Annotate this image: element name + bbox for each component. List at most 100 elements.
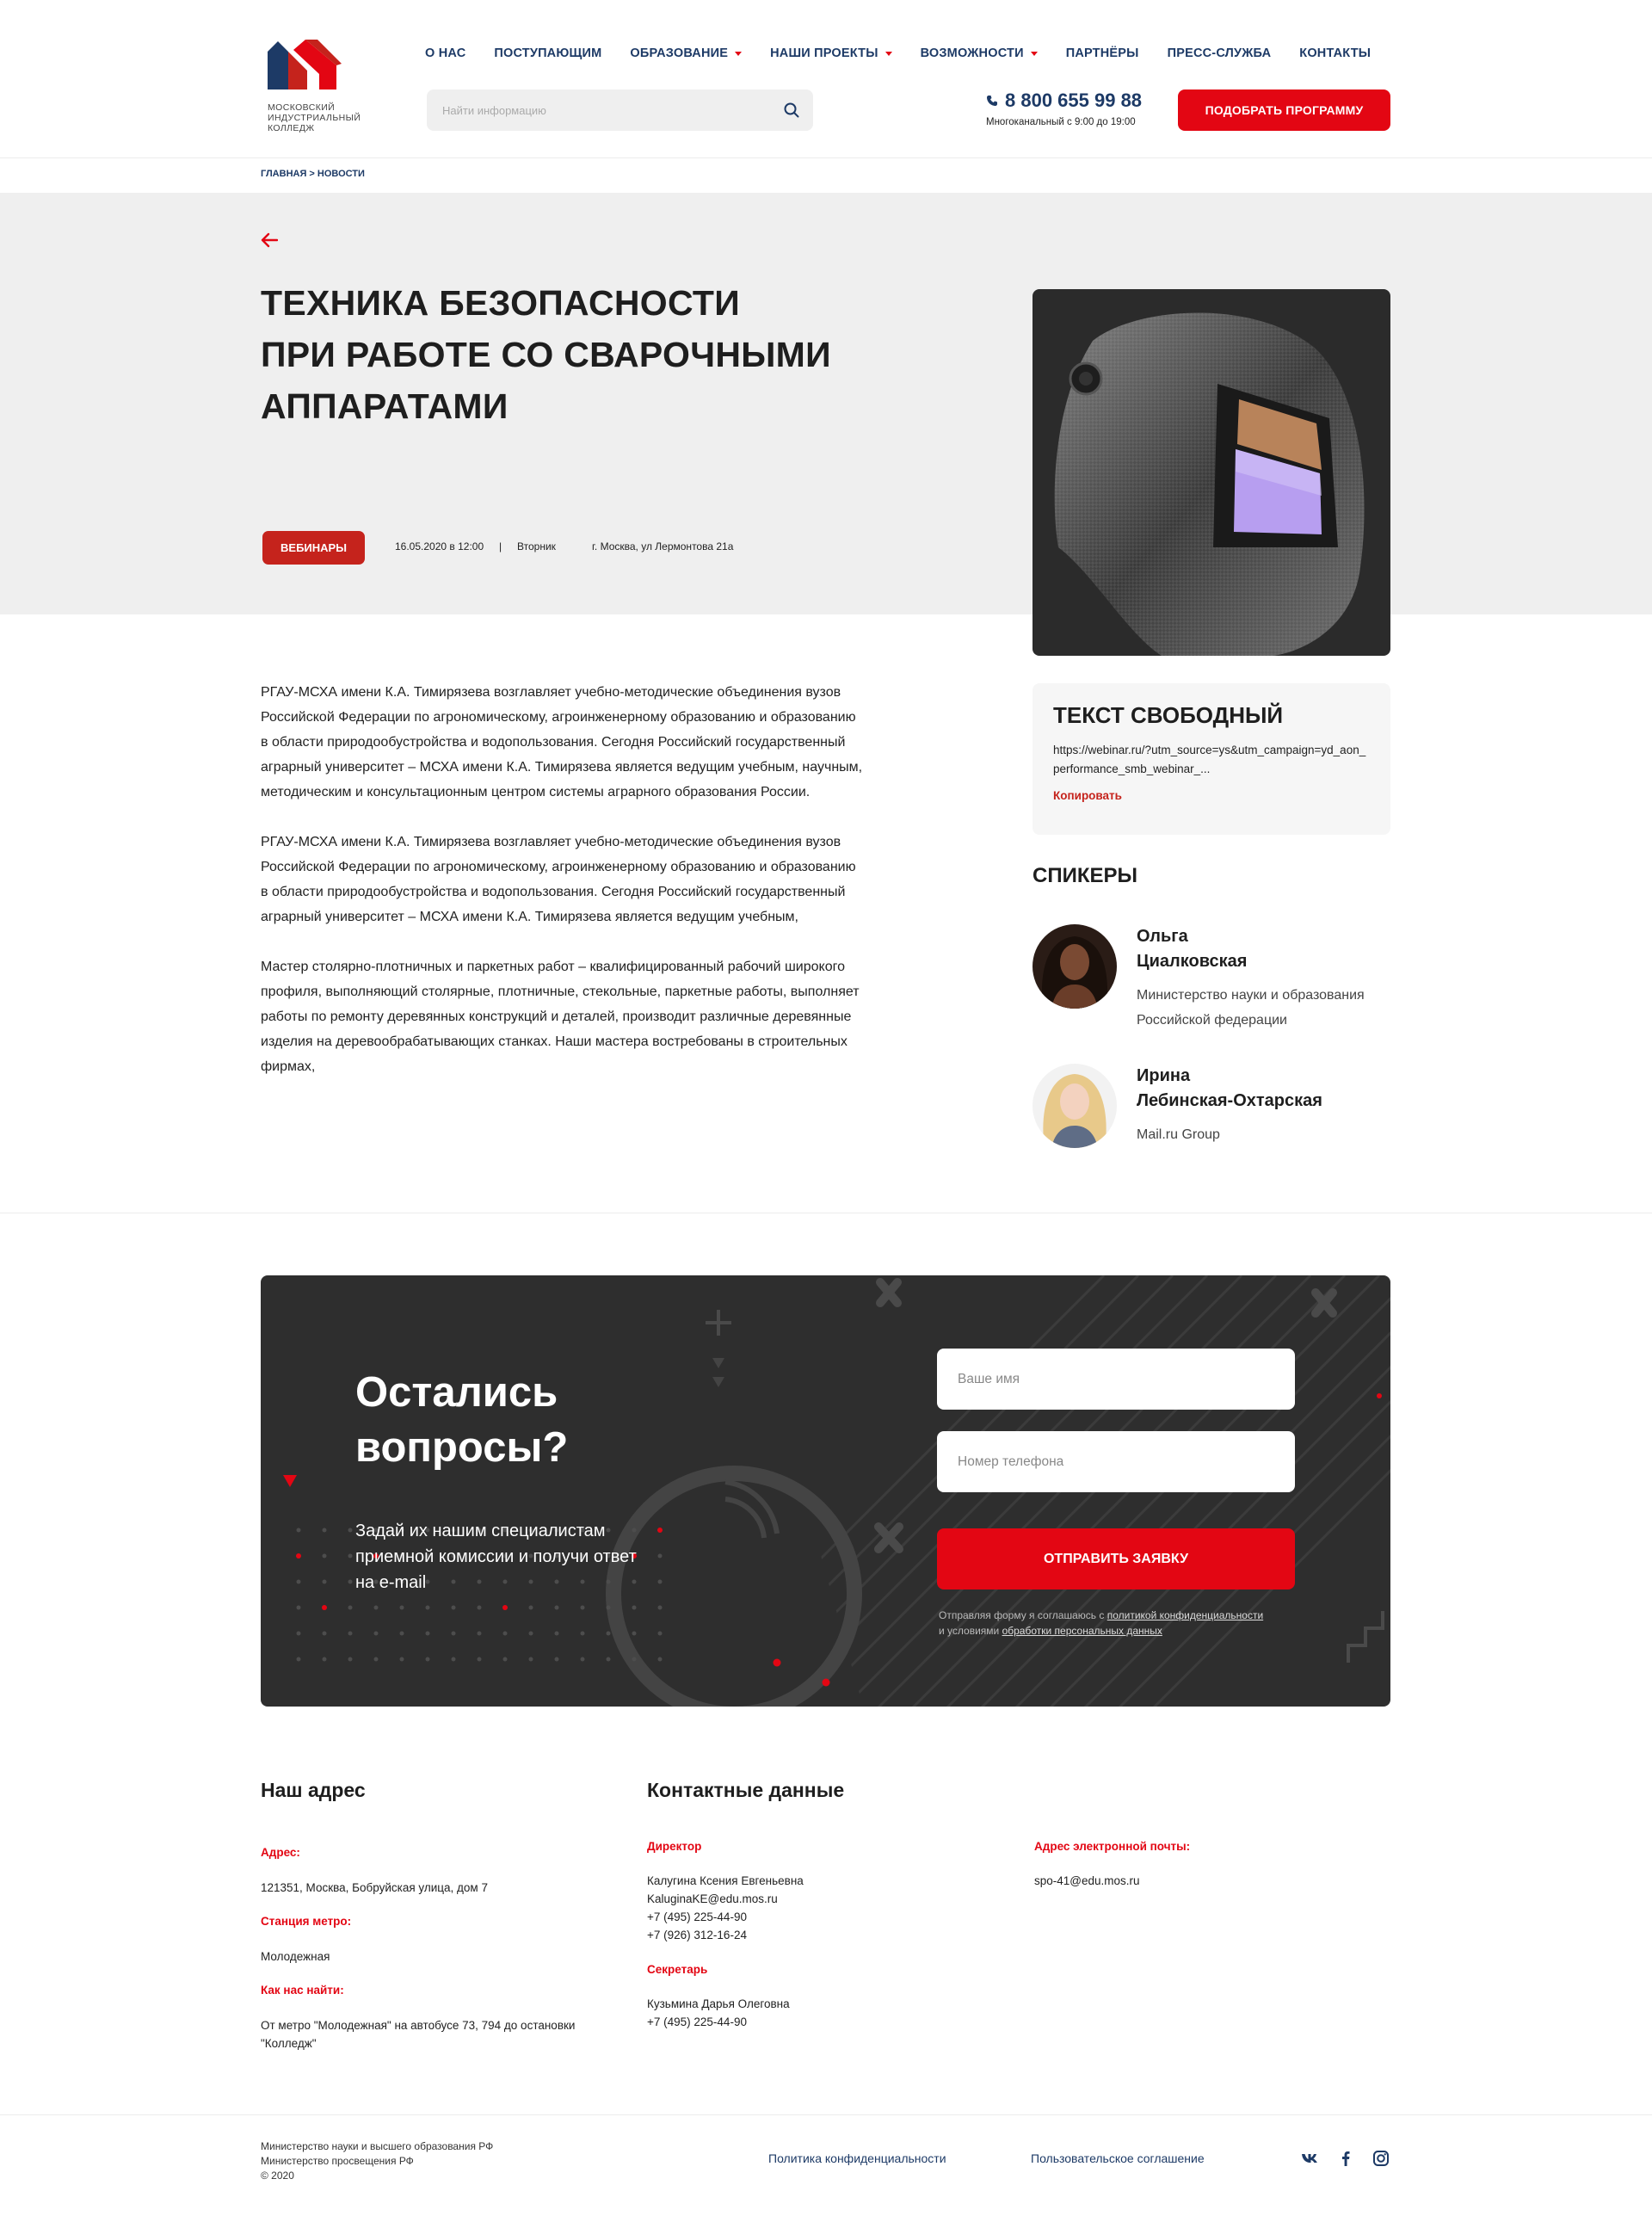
title-line: при работе со сварочными [261, 335, 831, 374]
address-heading: Наш адрес [261, 1779, 366, 1801]
privacy-policy-footer-link[interactable]: Политика конфиденциальности [768, 2151, 946, 2165]
free-text-title: Текст свободный [1053, 702, 1284, 728]
speaker-org: Mail.ru Group [1137, 1127, 1220, 1142]
nav-label: Партнёры [1065, 46, 1139, 60]
speaker-photo [1032, 1064, 1117, 1148]
speaker-photo [1032, 924, 1117, 1009]
personal-data-link[interactable]: обработки персональных данных [1002, 1625, 1162, 1637]
title-line: Техника безопасности [261, 283, 740, 323]
secretary-label: Секретарь [647, 1963, 708, 1976]
category-badge[interactable]: Вебинары [262, 531, 365, 565]
caret-down-icon [885, 51, 892, 56]
search-box [427, 90, 813, 131]
search-input[interactable] [427, 90, 813, 131]
logo-line: Московский [268, 102, 336, 113]
phone-number: 8 800 655 99 88 [1005, 90, 1143, 111]
director-email[interactable]: KaluginaKE@edu.mos.ru [647, 1890, 804, 1908]
free-text-card: Текст свободный https://webinar.ru/?utm_… [1032, 683, 1390, 835]
event-weekday: Вторник [517, 540, 556, 552]
avatar [1032, 1064, 1117, 1148]
search-icon[interactable] [784, 102, 799, 118]
speaker-last-name: Лебинская-Охтарская [1137, 1091, 1322, 1110]
user-agreement-link[interactable]: Пользовательское соглашение [1031, 2151, 1205, 2165]
phone-input[interactable] [937, 1431, 1295, 1492]
speaker-name: Ольга Циалковская [1137, 924, 1395, 974]
cta-title: Остались вопросы? [355, 1369, 569, 1471]
consent-note: Отправляя форму я соглашаюсь с политикой… [939, 1608, 1309, 1639]
nav-item-projects[interactable]: Наши проекты [770, 46, 892, 60]
event-location: г. Москва, ул Лермонтова 21а [592, 540, 734, 552]
avatar [1032, 924, 1117, 1009]
secretary-info: Кузьмина Дарья Олеговна +7 (495) 225-44-… [647, 1995, 790, 2031]
footer-line: Министерство просвещения РФ [261, 2155, 414, 2167]
speaker-org: Министерство науки и образования Российс… [1137, 988, 1365, 1028]
phone-link[interactable]: 8 800 655 99 88 [986, 90, 1142, 112]
speaker-first-name: Ольга [1137, 927, 1188, 946]
instagram-icon[interactable] [1372, 2150, 1390, 2167]
vk-icon[interactable] [1301, 2150, 1318, 2167]
nav-item-applicants[interactable]: Поступающим [494, 46, 601, 60]
footer-line: © 2020 [261, 2170, 294, 2182]
nav-item-partners[interactable]: Партнёры [1066, 46, 1139, 60]
nav-item-education[interactable]: Образование [630, 46, 743, 60]
email-link[interactable]: spo-41@edu.mos.ru [1034, 1872, 1140, 1890]
article-paragraph: Мастер столярно-плотничных и паркетных р… [261, 960, 860, 1074]
facebook-icon[interactable] [1337, 2150, 1354, 2167]
article-paragraph: РГАУ-МСХА имени К.А. Тимирязева возглавл… [261, 835, 856, 924]
pick-program-button[interactable]: Подобрать программу [1178, 90, 1390, 131]
phone-icon [987, 96, 997, 106]
nav-label: Пресс-служба [1167, 46, 1272, 60]
director-label: Директор [647, 1840, 702, 1853]
privacy-policy-link[interactable]: политикой конфиденциальности [1107, 1609, 1263, 1621]
logo-line: колледж [268, 123, 315, 133]
article-body: РГАУ-МСХА имени К.А. Тимирязева возглавл… [261, 680, 863, 1104]
meta-separator: | [499, 540, 502, 552]
nav-label: Наши проекты [770, 46, 878, 60]
footer-line: Министерство науки и высшего образования… [261, 2140, 494, 2152]
breadcrumb[interactable]: Главная > Новости [261, 169, 365, 179]
questions-form-section: Остались вопросы? Задай их нашим специал… [261, 1275, 1390, 1707]
page-title: Техника безопасности при работе со сваро… [261, 277, 915, 432]
address-label: Адрес: [261, 1846, 300, 1859]
metro-label: Станция метро: [261, 1915, 352, 1928]
speaker-last-name: Циалковская [1137, 952, 1248, 971]
nav-item-opportunities[interactable]: Возможности [921, 46, 1038, 60]
nav-label: Образование [630, 46, 729, 60]
site-header: Московский индустриальный колледж О нас … [0, 0, 1652, 158]
helmet-illustration [1054, 312, 1365, 656]
nav-label: О нас [425, 46, 466, 60]
name-input[interactable] [937, 1349, 1295, 1410]
welding-helmet-image [1032, 289, 1390, 656]
secretary-phone[interactable]: +7 (495) 225-44-90 [647, 2013, 790, 2031]
nav-label: Поступающим [494, 46, 602, 60]
event-date: 16.05.2020 в 12:00 [395, 540, 484, 552]
article-paragraph: РГАУ-МСХА имени К.А. Тимирязева возглавл… [261, 685, 863, 799]
college-logo[interactable]: Московский индустриальный колледж [268, 40, 379, 133]
email-label: Адрес электронной почты: [1034, 1840, 1191, 1853]
route-value: От метро "Молодежная" на автобусе 73, 79… [261, 2019, 576, 2050]
consent-text: Отправляя форму я соглашаюсь с [939, 1609, 1107, 1621]
director-info: Калугина Ксения Евгеньевна KaluginaKE@ed… [647, 1872, 804, 1944]
address-value: 121351, Москва, Бобруйская улица, дом 7 [261, 1881, 488, 1894]
title-line: аппаратами [261, 386, 509, 426]
director-phone[interactable]: +7 (495) 225-44-90 [647, 1908, 804, 1926]
main-nav: О нас Поступающим Образование Наши проек… [425, 46, 1371, 60]
consent-text: и условиями [939, 1625, 1002, 1637]
logo-line: индустриальный [268, 113, 361, 123]
phone-block: 8 800 655 99 88 Многоканальный с 9:00 до… [986, 90, 1142, 127]
nav-item-press[interactable]: Пресс-служба [1168, 46, 1272, 60]
director-phone[interactable]: +7 (926) 312-16-24 [647, 1926, 804, 1944]
back-arrow-icon[interactable] [261, 232, 278, 248]
submit-request-button[interactable]: Отправить заявку [937, 1528, 1295, 1589]
speaker-name: Ирина Лебинская-Охтарская [1137, 1064, 1395, 1114]
secretary-name: Кузьмина Дарья Олеговна [647, 1997, 790, 2010]
copy-link-button[interactable]: Копировать [1053, 789, 1370, 802]
caret-down-icon [735, 51, 743, 56]
metro-value: Молодежная [261, 1950, 330, 1963]
footer-divider [0, 2114, 1652, 2115]
webinar-link[interactable]: https://webinar.ru/?utm_source=ys&utm_ca… [1053, 741, 1370, 779]
nav-item-about[interactable]: О нас [425, 46, 465, 60]
nav-item-contacts[interactable]: Контакты [1299, 46, 1371, 60]
director-name: Калугина Ксения Евгеньевна [647, 1874, 804, 1887]
footer-copyright: Министерство науки и высшего образования… [261, 2139, 493, 2183]
